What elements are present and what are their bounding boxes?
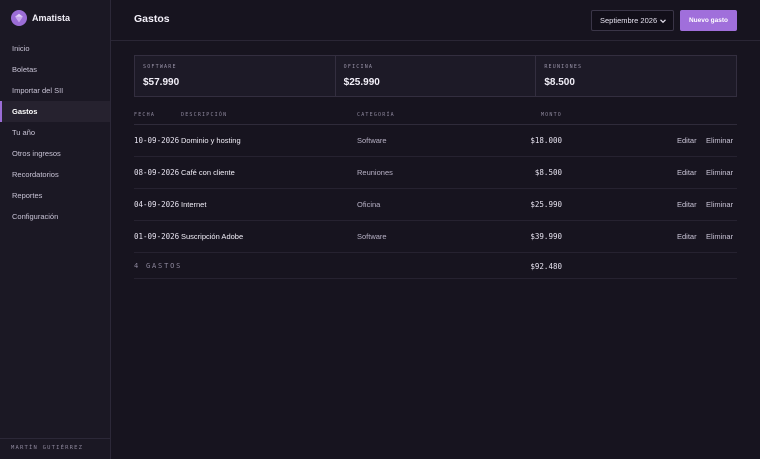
expense-date: 01-09-2026 (134, 232, 180, 241)
month-select-value: Septiembre 2026 (600, 16, 658, 25)
summary-card-reuniones: REUNIONES $8.500 (536, 56, 736, 96)
app-name: Amatista (32, 13, 71, 23)
summary-card-value: $8.500 (544, 77, 575, 88)
expense-description: Suscripción Adobe (181, 232, 244, 241)
summary-card-value: $57.990 (143, 77, 180, 88)
expense-count: 4 GASTOS (134, 262, 183, 270)
table-row: 04-09-2026 Internet Oficina $25.990 Edit… (134, 189, 737, 221)
sidebar-item-reportes[interactable]: Reportes (0, 185, 110, 206)
expense-amount: $8.500 (534, 168, 562, 177)
edit-button[interactable]: Editar (677, 200, 697, 209)
topbar: Gastos Septiembre 2026 Nuevo gasto (111, 0, 760, 41)
column-header-category: CATEGORÍA (357, 112, 395, 118)
sidebar: Amatista Inicio Boletas Importar del SII… (0, 0, 111, 459)
category-summary: SOFTWARE $57.990 OFICINA $25.990 REUNION… (134, 55, 737, 97)
expense-amount: $25.990 (530, 200, 562, 209)
sidebar-item-configuracion[interactable]: Configuración (0, 206, 110, 227)
expense-description: Internet (181, 200, 207, 209)
sidebar-item-otros-ingresos[interactable]: Otros ingresos (0, 143, 110, 164)
sidebar-item-gastos[interactable]: Gastos (0, 101, 110, 122)
sidebar-item-importar-sii[interactable]: Importar del SII (0, 80, 110, 101)
sidebar-divider (0, 438, 110, 439)
table-header: FECHA DESCRIPCIÓN CATEGORÍA MONTO (134, 107, 737, 125)
page-title: Gastos (134, 13, 170, 25)
expense-date: 08-09-2026 (134, 168, 180, 177)
expense-category: Software (357, 232, 387, 241)
expense-description: Café con cliente (181, 168, 235, 177)
amethyst-gem-icon (11, 10, 27, 26)
expense-amount: $39.990 (530, 232, 562, 241)
column-header-amount: MONTO (540, 112, 562, 118)
expense-category: Oficina (357, 200, 381, 209)
sidebar-item-inicio[interactable]: Inicio (0, 38, 110, 59)
summary-card-software: SOFTWARE $57.990 (135, 56, 336, 96)
table-row: 08-09-2026 Café con cliente Reuniones $8… (134, 157, 737, 189)
sidebar-nav: Inicio Boletas Importar del SII Gastos T… (0, 38, 110, 227)
sidebar-item-recordatorios[interactable]: Recordatorios (0, 164, 110, 185)
table-row: 10-09-2026 Dominio y hosting Software $1… (134, 125, 737, 157)
summary-card-label: SOFTWARE (143, 64, 177, 70)
sidebar-item-tu-ano[interactable]: Tu año (0, 122, 110, 143)
table-total-row: 4 GASTOS $92.480 (134, 253, 737, 279)
expense-category: Reuniones (357, 168, 393, 177)
expense-description: Dominio y hosting (181, 136, 241, 145)
expense-date: 04-09-2026 (134, 200, 180, 209)
total-amount: $92.480 (530, 262, 562, 271)
summary-card-label: REUNIONES (544, 64, 583, 70)
summary-card-value: $25.990 (343, 77, 380, 88)
edit-button[interactable]: Editar (677, 232, 697, 241)
brand[interactable]: Amatista (11, 10, 70, 26)
delete-button[interactable]: Eliminar (706, 232, 733, 241)
summary-card-oficina: OFICINA $25.990 (336, 56, 537, 96)
chevron-down-icon (660, 19, 666, 24)
delete-button[interactable]: Eliminar (706, 200, 733, 209)
table-row: 01-09-2026 Suscripción Adobe Software $3… (134, 221, 737, 253)
expenses-table: FECHA DESCRIPCIÓN CATEGORÍA MONTO 10-09-… (134, 107, 737, 279)
user-name[interactable]: MARTÍN GUTIÉRREZ (11, 445, 83, 451)
delete-button[interactable]: Eliminar (706, 168, 733, 177)
edit-button[interactable]: Editar (677, 136, 697, 145)
column-header-description: DESCRIPCIÓN (181, 112, 228, 118)
sidebar-item-boletas[interactable]: Boletas (0, 59, 110, 80)
expense-category: Software (357, 136, 387, 145)
expense-date: 10-09-2026 (134, 136, 180, 145)
month-select[interactable]: Septiembre 2026 (591, 10, 674, 31)
delete-button[interactable]: Eliminar (706, 136, 733, 145)
column-header-date: FECHA (134, 112, 156, 118)
add-expense-button[interactable]: Nuevo gasto (680, 10, 737, 31)
summary-card-label: OFICINA (343, 64, 374, 70)
edit-button[interactable]: Editar (677, 168, 697, 177)
expense-amount: $18.000 (530, 136, 562, 145)
